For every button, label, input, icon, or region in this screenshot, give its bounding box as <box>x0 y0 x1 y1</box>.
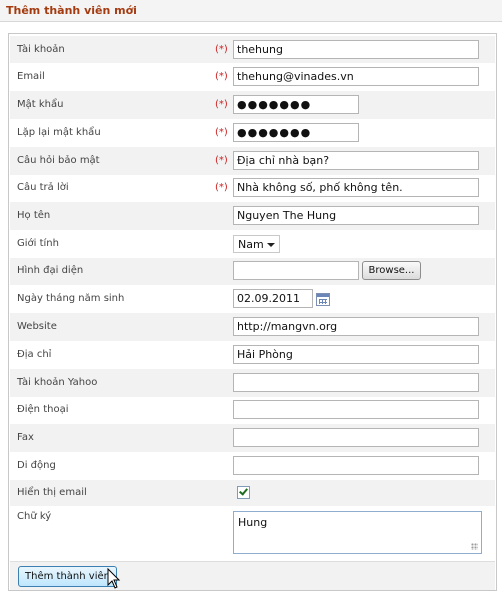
full-name-label: Họ tên <box>17 210 51 221</box>
form-row-account: Tài khoản (*) thehung <box>10 36 495 63</box>
security-question-label: Câu hỏi bảo mật <box>17 155 100 166</box>
form-row-gender: Giới tính Nam <box>10 230 495 258</box>
gender-label: Giới tính <box>17 238 59 249</box>
gender-select[interactable]: Nam <box>233 235 280 253</box>
form-row-show-email: Hiển thị email <box>10 480 495 506</box>
checkmark-icon <box>239 486 248 496</box>
form-row-yahoo: Tài khoản Yahoo <box>10 369 495 397</box>
form-row-phone: Điện thoại <box>10 397 495 424</box>
avatar-label: Hình đại diện <box>17 265 84 276</box>
form-row-mobile: Di động <box>10 452 495 480</box>
signature-text: Hung <box>238 516 268 529</box>
mobile-label: Di động <box>17 460 56 471</box>
form-row-email: Email (*) thehung@vinades.vn <box>10 63 495 91</box>
address-label: Địa chỉ <box>17 349 52 360</box>
mobile-input[interactable] <box>233 456 479 475</box>
address-input[interactable]: Hải Phòng <box>233 345 479 364</box>
full-name-input[interactable]: Nguyen The Hung <box>233 206 479 225</box>
required-mark: (*) <box>215 155 228 166</box>
website-label: Website <box>17 321 57 332</box>
member-form: Tài khoản (*) thehung Email (*) thehung@… <box>8 33 497 591</box>
page-header: Thêm thành viên mới <box>0 0 502 22</box>
form-row-password-repeat: Lặp lại mật khẩu (*) ●●●●●●● <box>10 119 495 147</box>
form-row-address: Địa chỉ Hải Phòng <box>10 341 495 369</box>
chevron-down-icon <box>267 243 275 247</box>
required-mark: (*) <box>215 71 228 82</box>
form-row-birthday: Ngày tháng năm sinh 02.09.2011 <box>10 285 495 313</box>
birthday-input[interactable]: 02.09.2011 <box>233 289 313 308</box>
security-question-input[interactable]: Địa chỉ nhà bạn? <box>233 151 479 170</box>
website-input[interactable]: http://mangvn.org <box>233 317 479 336</box>
signature-textarea[interactable]: Hung <box>233 511 482 554</box>
security-answer-label: Câu trả lời <box>17 182 69 193</box>
account-label: Tài khoản <box>17 44 65 55</box>
form-row-signature: Chữ ký Hung <box>10 506 495 561</box>
browse-button[interactable]: Browse... <box>362 261 421 280</box>
show-email-checkbox[interactable] <box>237 486 250 499</box>
form-row-full-name: Họ tên Nguyen The Hung <box>10 202 495 230</box>
signature-label: Chữ ký <box>17 511 52 522</box>
form-row-website: Website http://mangvn.org <box>10 313 495 341</box>
email-label: Email <box>17 71 45 82</box>
required-mark: (*) <box>215 99 228 110</box>
phone-label: Điện thoại <box>17 404 69 415</box>
show-email-label: Hiển thị email <box>17 487 87 498</box>
calendar-icon[interactable] <box>316 293 330 306</box>
yahoo-label: Tài khoản Yahoo <box>17 377 98 388</box>
form-row-security-question: Câu hỏi bảo mật (*) Địa chỉ nhà bạn? <box>10 147 495 175</box>
resize-grip-icon[interactable] <box>471 543 478 550</box>
page-title: Thêm thành viên mới <box>6 4 137 17</box>
password-repeat-label: Lặp lại mật khẩu <box>17 127 101 138</box>
fax-input[interactable] <box>233 428 479 447</box>
required-mark: (*) <box>215 44 228 55</box>
password-label: Mật khẩu <box>17 99 64 110</box>
form-row-security-answer: Câu trả lời (*) Nhà không số, phố không … <box>10 175 495 202</box>
gender-selected-value: Nam <box>238 238 264 251</box>
form-row-password: Mật khẩu (*) ●●●●●●● <box>10 91 495 119</box>
add-member-button[interactable]: Thêm thành viên <box>18 566 117 587</box>
form-row-avatar: Hình đại diện Browse... <box>10 258 495 285</box>
fax-label: Fax <box>17 432 34 443</box>
email-input[interactable]: thehung@vinades.vn <box>233 67 479 86</box>
required-mark: (*) <box>215 127 228 138</box>
birthday-label: Ngày tháng năm sinh <box>17 293 125 304</box>
security-answer-input[interactable]: Nhà không số, phố không tên. <box>233 178 479 197</box>
mouse-pointer-icon <box>107 567 121 589</box>
required-mark: (*) <box>215 182 228 193</box>
form-row-fax: Fax <box>10 424 495 452</box>
password-repeat-input[interactable]: ●●●●●●● <box>233 123 359 142</box>
avatar-file-input[interactable] <box>233 261 359 280</box>
account-input[interactable]: thehung <box>233 40 479 59</box>
form-actions: Thêm thành viên <box>10 561 495 590</box>
phone-input[interactable] <box>233 400 479 419</box>
yahoo-input[interactable] <box>233 373 479 392</box>
password-input[interactable]: ●●●●●●● <box>233 95 359 114</box>
